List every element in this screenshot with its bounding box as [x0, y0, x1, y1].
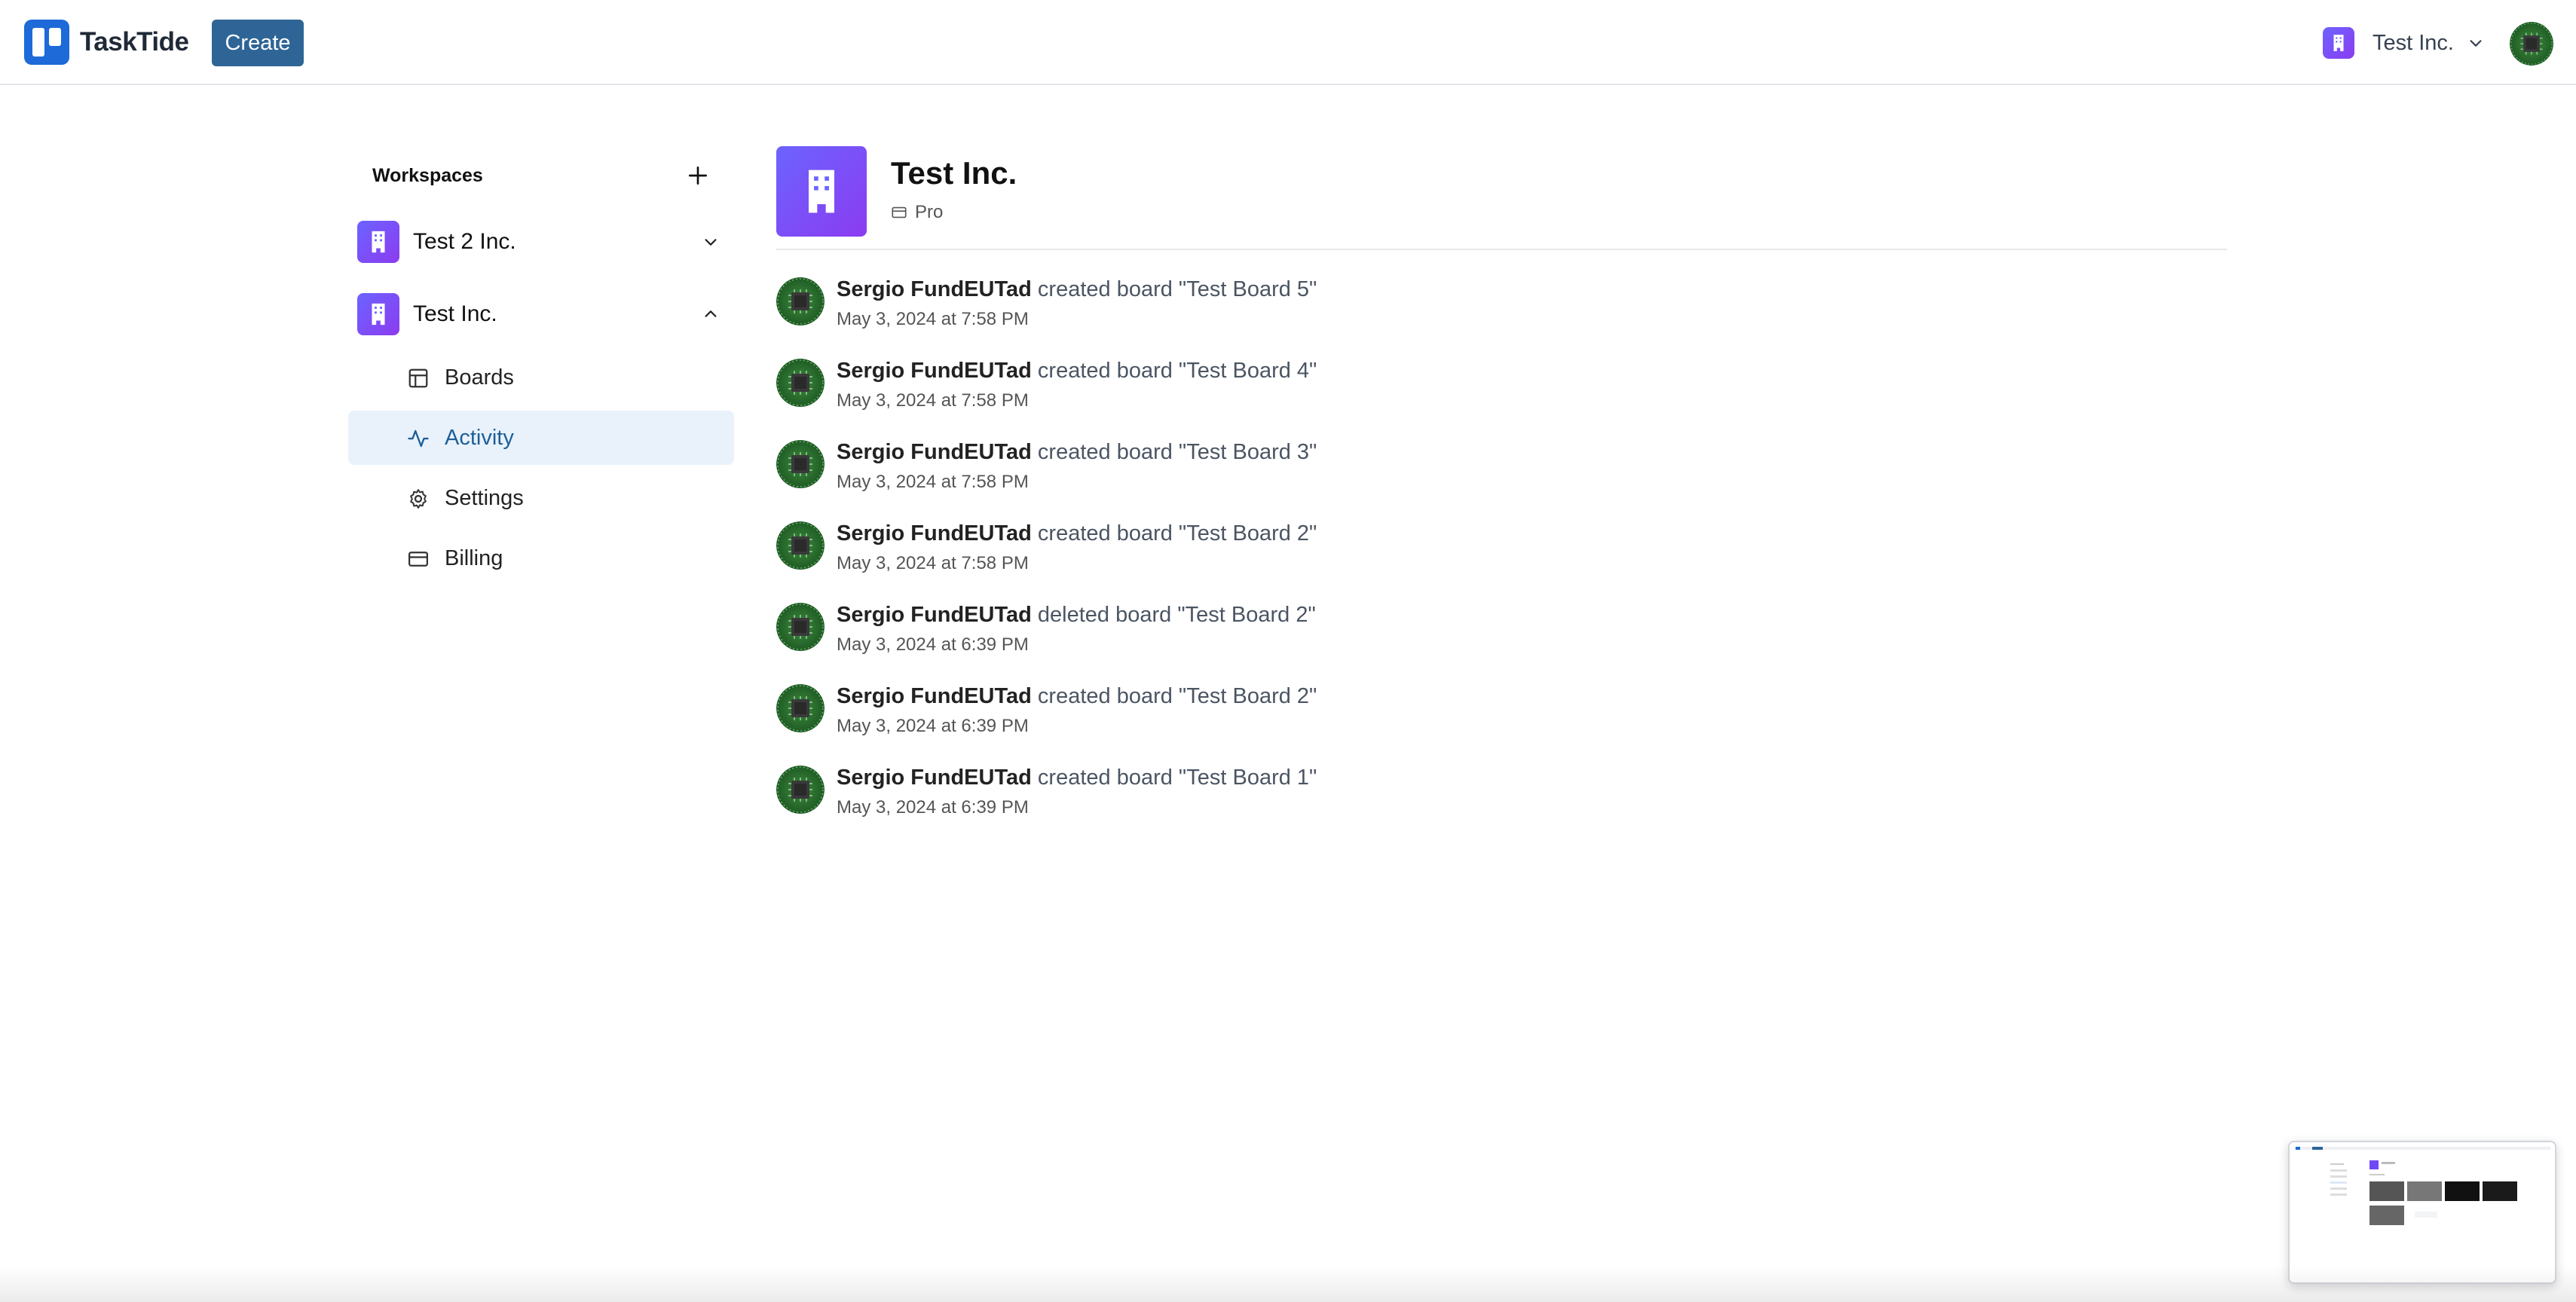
chevron-up-icon[interactable]	[702, 306, 719, 322]
workspaces-header: Workspaces	[348, 151, 734, 200]
building-icon	[2323, 27, 2354, 59]
sidebar-item-settings[interactable]: Settings	[348, 471, 734, 525]
list-item: Sergio FundEUTad deleted board "Test Boa…	[776, 603, 2227, 663]
brand-name: TaskTide	[80, 27, 189, 57]
sidebar-item-billing[interactable]: Billing	[348, 531, 734, 585]
user-avatar[interactable]	[2510, 22, 2553, 66]
credit-card-icon	[408, 552, 428, 567]
activity-action: created board "Test Board 2"	[1037, 521, 1317, 546]
activity-timestamp: May 3, 2024 at 6:39 PM	[837, 716, 1029, 736]
activity-timestamp: May 3, 2024 at 6:39 PM	[837, 797, 1029, 818]
activity-user: Sergio FundEUTad	[837, 603, 1032, 627]
user-avatar	[776, 603, 825, 651]
user-avatar	[776, 521, 825, 570]
activity-action: created board "Test Board 3"	[1037, 440, 1317, 464]
activity-user: Sergio FundEUTad	[837, 277, 1032, 301]
bottom-edge-shadow	[0, 1266, 2576, 1302]
list-item: Sergio FundEUTad created board "Test Boa…	[776, 766, 2227, 826]
org-switcher[interactable]: Test Inc.	[2323, 26, 2484, 60]
list-item: Sergio FundEUTad created board "Test Boa…	[776, 684, 2227, 744]
sidebar-item-label: Boards	[445, 365, 514, 390]
activity-action: created board "Test Board 1"	[1037, 766, 1317, 790]
chevron-down-icon	[2470, 40, 2482, 47]
workspace-name: Test Inc.	[413, 301, 497, 326]
activity-text: Sergio FundEUTad created board "Test Boa…	[837, 521, 1317, 546]
list-item: Sergio FundEUTad created board "Test Boa…	[776, 359, 2227, 419]
sidebar-item-label: Settings	[445, 485, 524, 510]
create-button[interactable]: Create	[212, 20, 304, 66]
plan-label: Pro	[915, 202, 944, 222]
sidebar-item-label: Activity	[445, 425, 514, 450]
activity-timestamp: May 3, 2024 at 7:58 PM	[837, 472, 1029, 492]
add-workspace-plus-icon[interactable]	[686, 164, 710, 188]
screen-preview-thumbnail[interactable]	[2288, 1141, 2556, 1284]
list-item: Sergio FundEUTad created board "Test Boa…	[776, 277, 2227, 338]
brand-logo[interactable]: TaskTide	[24, 20, 189, 65]
top-navbar: TaskTide Create Test Inc.	[0, 0, 2576, 85]
workspaces-title: Workspaces	[372, 164, 483, 186]
activity-user: Sergio FundEUTad	[837, 521, 1032, 546]
activity-timestamp: May 3, 2024 at 7:58 PM	[837, 390, 1029, 411]
sidebar-item-label: Billing	[445, 546, 503, 570]
activity-action: created board "Test Board 2"	[1037, 684, 1317, 708]
activity-text: Sergio FundEUTad deleted board "Test Boa…	[837, 603, 1316, 628]
org-header: Test Inc. Pro	[776, 146, 2227, 250]
user-avatar	[776, 440, 825, 488]
workspace-item-test-inc[interactable]: Test Inc.	[348, 289, 734, 339]
activity-timestamp: May 3, 2024 at 7:58 PM	[837, 553, 1029, 573]
user-avatar	[776, 359, 825, 407]
sidebar-item-activity[interactable]: Activity	[348, 411, 734, 465]
activity-text: Sergio FundEUTad created board "Test Boa…	[837, 277, 1317, 302]
activity-text: Sergio FundEUTad created board "Test Boa…	[837, 359, 1317, 384]
org-switcher-label: Test Inc.	[2373, 30, 2454, 55]
chevron-down-icon[interactable]	[702, 234, 719, 250]
activity-icon	[408, 429, 429, 448]
building-icon	[357, 221, 399, 263]
user-avatar	[776, 766, 825, 814]
workspace-name: Test 2 Inc.	[413, 229, 516, 254]
activity-text: Sergio FundEUTad created board "Test Boa…	[837, 766, 1317, 790]
page-title: Test Inc.	[891, 155, 1017, 191]
workspace-item-test-2-inc[interactable]: Test 2 Inc.	[348, 217, 734, 267]
user-avatar	[776, 277, 825, 326]
list-item: Sergio FundEUTad created board "Test Boa…	[776, 521, 2227, 582]
activity-timestamp: May 3, 2024 at 6:39 PM	[837, 634, 1029, 655]
activity-action: created board "Test Board 5"	[1037, 277, 1317, 301]
activity-user: Sergio FundEUTad	[837, 440, 1032, 464]
activity-text: Sergio FundEUTad created board "Test Boa…	[837, 684, 1317, 709]
activity-timestamp: May 3, 2024 at 7:58 PM	[837, 309, 1029, 329]
credit-card-icon	[892, 206, 907, 219]
building-icon	[357, 293, 399, 335]
activity-action: created board "Test Board 4"	[1037, 359, 1317, 383]
list-item: Sergio FundEUTad created board "Test Boa…	[776, 440, 2227, 500]
activity-user: Sergio FundEUTad	[837, 766, 1032, 790]
activity-user: Sergio FundEUTad	[837, 359, 1032, 383]
user-avatar	[776, 684, 825, 732]
building-icon	[776, 146, 867, 237]
gear-icon	[410, 489, 427, 509]
activity-user: Sergio FundEUTad	[837, 684, 1032, 708]
preview-image	[2290, 1142, 2555, 1282]
layout-icon	[408, 368, 428, 388]
plan-badge: Pro	[891, 202, 943, 223]
activity-action: deleted board "Test Board 2"	[1037, 603, 1316, 627]
tasktide-logo-icon	[24, 20, 69, 65]
sidebar-item-boards[interactable]: Boards	[348, 350, 734, 405]
activity-text: Sergio FundEUTad created board "Test Boa…	[837, 440, 1317, 465]
